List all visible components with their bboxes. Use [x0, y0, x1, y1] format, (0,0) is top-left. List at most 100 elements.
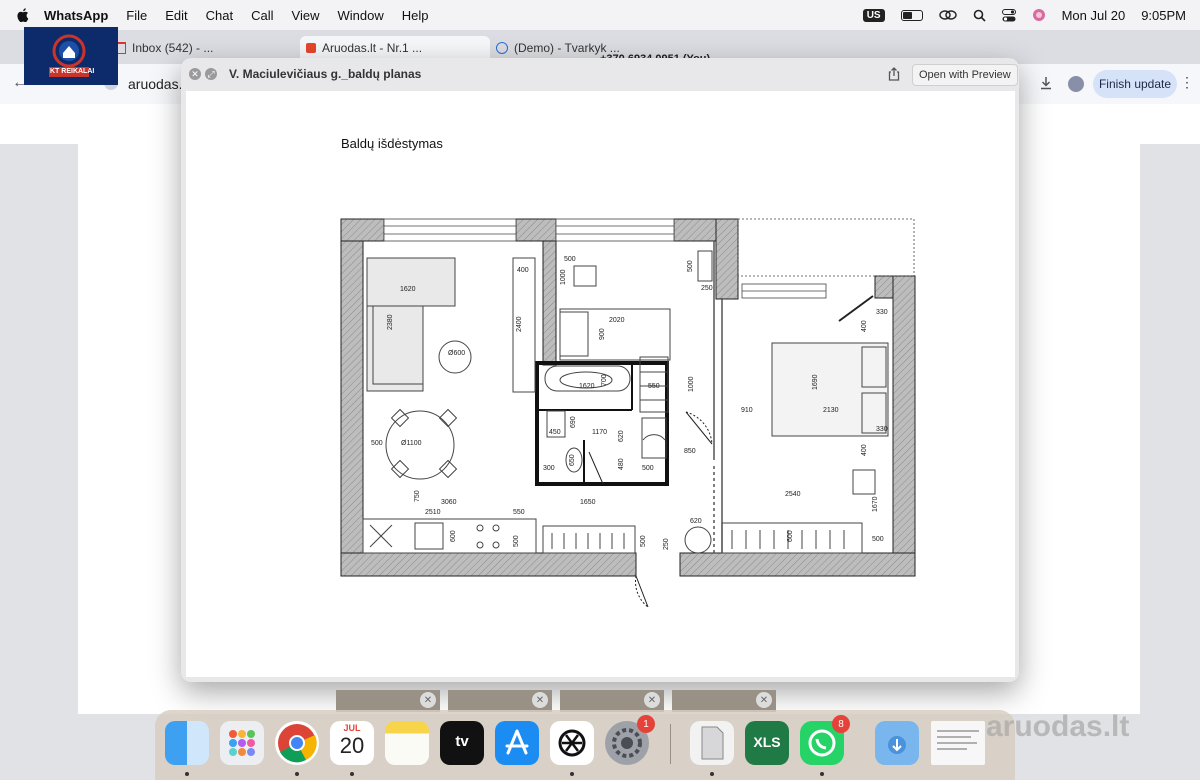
- screen-mirroring-icon[interactable]: [938, 9, 957, 21]
- open-with-preview-button[interactable]: Open with Preview: [912, 64, 1018, 86]
- menu-window[interactable]: Window: [337, 8, 383, 23]
- download-icon[interactable]: [1039, 76, 1053, 90]
- apple-tv-icon[interactable]: tv: [440, 721, 484, 765]
- siri-icon[interactable]: [1032, 8, 1046, 22]
- close-button[interactable]: ✕: [189, 68, 201, 80]
- app-store-a-icon: [505, 729, 529, 755]
- dim-label: 500: [687, 260, 694, 272]
- launchpad-icon[interactable]: [220, 721, 264, 765]
- dim-label: 400: [517, 267, 529, 274]
- dim-label: 500: [371, 440, 383, 447]
- dim-label: 1000: [688, 376, 695, 392]
- menu-call[interactable]: Call: [251, 8, 273, 23]
- dim-label: 1170: [592, 429, 607, 436]
- close-icon[interactable]: ✕: [420, 692, 436, 708]
- chrome-icon[interactable]: [275, 721, 319, 765]
- dim-label: 750: [414, 490, 421, 502]
- thumbnail-3[interactable]: ✕: [560, 690, 664, 712]
- dock: JUL 20 tv 1 XLS 8: [155, 710, 1015, 780]
- dim-label: 600: [450, 530, 457, 542]
- floor-plan: 1620 2380 400 2400 Ø600 500 Ø1100 500 10…: [340, 218, 916, 608]
- menu-edit[interactable]: Edit: [165, 8, 187, 23]
- chatgpt-knot-icon: [558, 729, 586, 757]
- running-indicator: [570, 772, 574, 776]
- dim-label: 2540: [785, 491, 801, 498]
- kt-reikalai-logo: KT REIKALAI: [24, 27, 118, 85]
- more-menu-icon[interactable]: ⋮: [1180, 74, 1194, 91]
- aruodas-watermark: aruodas.lt: [986, 710, 1130, 743]
- menubar-time[interactable]: 9:05PM: [1141, 8, 1186, 23]
- excel-label: XLS: [753, 734, 781, 750]
- status-area: US Mon Jul 20 9:05PM: [862, 0, 1186, 30]
- app-store-icon[interactable]: [495, 721, 539, 765]
- tv-label-icon: tv: [455, 733, 469, 750]
- dim-label: 480: [618, 458, 625, 470]
- calendar-icon[interactable]: JUL 20: [330, 721, 374, 765]
- dim-label: 2130: [823, 407, 839, 414]
- profile-avatar[interactable]: [1068, 76, 1084, 92]
- finder-icon[interactable]: [165, 721, 209, 765]
- dim-label: 650: [569, 454, 576, 466]
- chatgpt-icon[interactable]: [550, 721, 594, 765]
- dim-label: 450: [549, 429, 561, 436]
- menu-bar: WhatsApp File Edit Chat Call View Window…: [0, 0, 1200, 30]
- dim-label: 250: [701, 285, 713, 292]
- control-center-icon[interactable]: [1001, 8, 1016, 22]
- house-logo-icon: [49, 34, 89, 77]
- thumbnail-1[interactable]: ✕: [336, 690, 440, 712]
- tab-inbox[interactable]: Inbox (542) - ...: [112, 36, 292, 60]
- document-icon: [701, 726, 724, 760]
- dim-label: Ø1100: [401, 440, 422, 447]
- system-settings-icon[interactable]: 1: [605, 715, 655, 765]
- thumbnail-4[interactable]: ✕: [672, 690, 776, 712]
- dim-label: 2020: [609, 317, 625, 324]
- running-indicator: [295, 772, 299, 776]
- dim-label: 900: [599, 328, 606, 340]
- apple-logo-icon[interactable]: [16, 8, 30, 22]
- menu-file[interactable]: File: [126, 8, 147, 23]
- menu-chat[interactable]: Chat: [206, 8, 233, 23]
- tab-aruodas[interactable]: Aruodas.lt - Nr.1 ...: [300, 36, 490, 60]
- menu-view[interactable]: View: [292, 8, 320, 23]
- whatsapp-icon[interactable]: 8: [800, 715, 850, 765]
- dim-label: 690: [570, 416, 577, 428]
- finish-update-button[interactable]: Finish update: [1093, 70, 1177, 98]
- thumbnail-2[interactable]: ✕: [448, 690, 552, 712]
- quicklook-window: ✕ ⤢ V. Maciulevičiaus g._baldų planas Op…: [181, 58, 1019, 682]
- close-icon[interactable]: ✕: [532, 692, 548, 708]
- close-icon[interactable]: ✕: [756, 692, 772, 708]
- dim-label: 1690: [812, 374, 819, 390]
- dim-label: 1670: [872, 496, 879, 512]
- dim-label: 330: [876, 426, 888, 433]
- notes-icon[interactable]: [385, 721, 429, 765]
- recent-document-thumbnail[interactable]: [931, 721, 985, 765]
- share-icon[interactable]: [887, 67, 901, 81]
- document-page: Baldų išdėstymas 1620 2380 400 2400 Ø600…: [186, 91, 1015, 677]
- notification-badge: 8: [832, 715, 850, 733]
- search-icon[interactable]: [973, 9, 986, 22]
- preview-document-icon[interactable]: [690, 721, 734, 765]
- logo-text: KT REIKALAI: [50, 68, 95, 75]
- close-icon[interactable]: ✕: [644, 692, 660, 708]
- dim-label: 400: [861, 444, 868, 456]
- dim-label: 330: [876, 309, 888, 316]
- running-indicator: [820, 772, 824, 776]
- fullscreen-button[interactable]: ⤢: [205, 68, 217, 80]
- dim-label: 500: [872, 536, 884, 543]
- input-source-badge[interactable]: US: [862, 8, 885, 22]
- dim-label: 2380: [387, 314, 394, 330]
- running-indicator: [185, 772, 189, 776]
- document-preview-icon: [937, 730, 979, 750]
- battery-icon[interactable]: [900, 9, 923, 21]
- dim-label: 500: [513, 535, 520, 547]
- tab-label: Aruodas.lt - Nr.1 ...: [322, 41, 423, 55]
- excel-icon[interactable]: XLS: [745, 721, 789, 765]
- dim-label: 2510: [425, 509, 441, 516]
- windows: [383, 218, 915, 299]
- downloads-folder-icon[interactable]: [875, 721, 919, 765]
- menu-help[interactable]: Help: [402, 8, 429, 23]
- menubar-date[interactable]: Mon Jul 20: [1062, 8, 1126, 23]
- dim-label: 500: [640, 535, 647, 547]
- menu-app-name[interactable]: WhatsApp: [44, 8, 108, 23]
- download-arrow-icon: [888, 736, 906, 754]
